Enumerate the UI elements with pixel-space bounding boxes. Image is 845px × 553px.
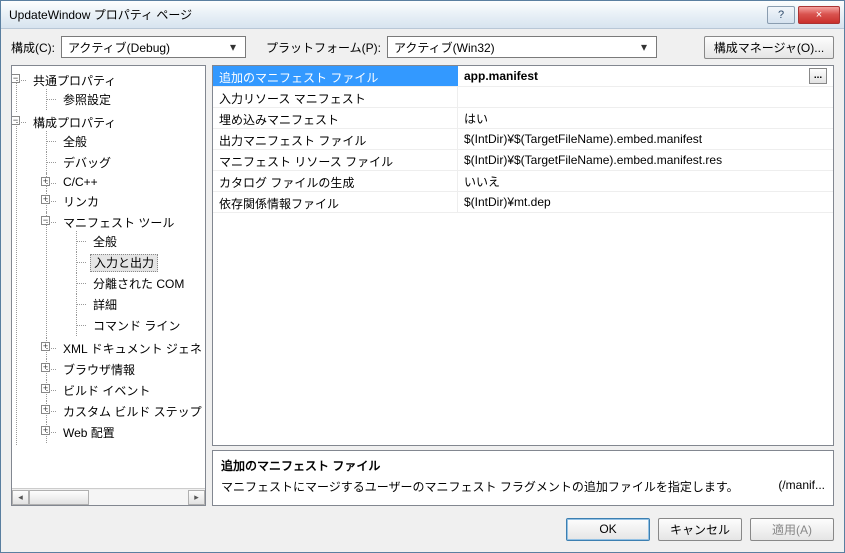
- dialog-footer: OK キャンセル 適用(A): [1, 512, 844, 552]
- tree-node-xml[interactable]: XML ドキュメント ジェネ: [60, 341, 205, 357]
- scroll-thumb[interactable]: [29, 490, 89, 505]
- chevron-down-icon: ▾: [225, 39, 241, 55]
- tree-node-cpp[interactable]: C/C++: [60, 174, 101, 190]
- property-value[interactable]: いいえ: [458, 171, 833, 191]
- scroll-left-icon[interactable]: ◂: [12, 490, 29, 505]
- config-combo-value: アクティブ(Debug): [68, 39, 225, 56]
- tree-node-manifest-cmd[interactable]: コマンド ライン: [90, 318, 183, 334]
- titlebar: UpdateWindow プロパティ ページ ? ×: [1, 1, 844, 29]
- property-name: マニフェスト リソース ファイル: [213, 150, 458, 170]
- description-pane: 追加のマニフェスト ファイル マニフェストにマージするユーザーのマニフェスト フ…: [212, 450, 834, 506]
- tree-node-manifest-general[interactable]: 全般: [90, 234, 120, 250]
- tree-node-references[interactable]: 参照設定: [60, 92, 114, 108]
- property-name: 入力リソース マニフェスト: [213, 87, 458, 107]
- expand-icon[interactable]: +: [41, 405, 50, 414]
- tree-node-manifest-com[interactable]: 分離された COM: [90, 276, 187, 292]
- config-manager-button[interactable]: 構成マネージャ(O)...: [704, 36, 834, 59]
- property-value[interactable]: [458, 87, 833, 107]
- tree-node-browse[interactable]: ブラウザ情報: [60, 362, 138, 378]
- tree-node-debug[interactable]: デバッグ: [60, 155, 114, 171]
- platform-combo[interactable]: アクティブ(Win32) ▾: [387, 36, 657, 58]
- window-title: UpdateWindow プロパティ ページ: [9, 6, 767, 23]
- tree-node-web[interactable]: Web 配置: [60, 425, 118, 441]
- help-button[interactable]: ?: [767, 6, 795, 24]
- description-title: 追加のマニフェスト ファイル: [221, 457, 825, 474]
- scroll-track[interactable]: [29, 490, 188, 505]
- property-pages-dialog: UpdateWindow プロパティ ページ ? × 構成(C): アクティブ(…: [0, 0, 845, 553]
- browse-button[interactable]: ...: [809, 68, 827, 84]
- ok-button[interactable]: OK: [566, 518, 650, 541]
- chevron-down-icon: ▾: [636, 39, 652, 55]
- tree-node-config[interactable]: 構成プロパティ: [30, 115, 119, 131]
- expand-icon[interactable]: +: [41, 342, 50, 351]
- property-value[interactable]: $(IntDir)¥$(TargetFileName).embed.manife…: [458, 129, 833, 149]
- tree-node-build[interactable]: ビルド イベント: [60, 383, 153, 399]
- tree-node-manifest-advanced[interactable]: 詳細: [90, 297, 120, 313]
- tree-node-common[interactable]: 共通プロパティ: [30, 73, 119, 89]
- config-combo[interactable]: アクティブ(Debug) ▾: [61, 36, 246, 58]
- property-value[interactable]: app.manifest...: [458, 66, 833, 86]
- property-value[interactable]: はい: [458, 108, 833, 128]
- property-row[interactable]: マニフェスト リソース ファイル$(IntDir)¥$(TargetFileNa…: [213, 150, 833, 171]
- collapse-icon[interactable]: −: [41, 216, 50, 225]
- cancel-button[interactable]: キャンセル: [658, 518, 742, 541]
- description-body: マニフェストにマージするユーザーのマニフェスト フラグメントの追加ファイルを指定…: [221, 478, 825, 495]
- collapse-icon[interactable]: −: [12, 116, 20, 125]
- scroll-right-icon[interactable]: ▸: [188, 490, 205, 505]
- property-name: 追加のマニフェスト ファイル: [213, 66, 458, 86]
- category-tree[interactable]: − 共通プロパティ 参照設定 − 構成プロパティ 全般 デバッグ + C/C++: [12, 66, 205, 488]
- tree-pane: − 共通プロパティ 参照設定 − 構成プロパティ 全般 デバッグ + C/C++: [11, 65, 206, 506]
- property-value[interactable]: $(IntDir)¥mt.dep: [458, 192, 833, 212]
- tree-node-manifest-io[interactable]: 入力と出力: [90, 254, 158, 272]
- property-row[interactable]: カタログ ファイルの生成いいえ: [213, 171, 833, 192]
- property-grid[interactable]: 追加のマニフェスト ファイルapp.manifest...入力リソース マニフェ…: [212, 65, 834, 446]
- close-icon: ×: [816, 9, 822, 21]
- config-toolbar: 構成(C): アクティブ(Debug) ▾ プラットフォーム(P): アクティブ…: [1, 29, 844, 65]
- description-flag: (/manif...: [778, 478, 825, 492]
- property-name: カタログ ファイルの生成: [213, 171, 458, 191]
- property-row[interactable]: 出力マニフェスト ファイル$(IntDir)¥$(TargetFileName)…: [213, 129, 833, 150]
- property-name: 埋め込みマニフェスト: [213, 108, 458, 128]
- platform-label: プラットフォーム(P):: [266, 39, 381, 56]
- property-name: 依存関係情報ファイル: [213, 192, 458, 212]
- expand-icon[interactable]: +: [41, 363, 50, 372]
- config-label: 構成(C):: [11, 39, 55, 56]
- property-row[interactable]: 埋め込みマニフェストはい: [213, 108, 833, 129]
- tree-node-custom[interactable]: カスタム ビルド ステップ: [60, 404, 205, 420]
- tree-node-general[interactable]: 全般: [60, 134, 90, 150]
- help-icon: ?: [778, 9, 784, 21]
- tree-node-manifest[interactable]: マニフェスト ツール: [60, 215, 177, 231]
- property-row[interactable]: 依存関係情報ファイル$(IntDir)¥mt.dep: [213, 192, 833, 213]
- expand-icon[interactable]: +: [41, 384, 50, 393]
- property-value[interactable]: $(IntDir)¥$(TargetFileName).embed.manife…: [458, 150, 833, 170]
- collapse-icon[interactable]: −: [12, 74, 20, 83]
- apply-button: 適用(A): [750, 518, 834, 541]
- property-name: 出力マニフェスト ファイル: [213, 129, 458, 149]
- property-row[interactable]: 入力リソース マニフェスト: [213, 87, 833, 108]
- expand-icon[interactable]: +: [41, 177, 50, 186]
- close-button[interactable]: ×: [798, 6, 840, 24]
- expand-icon[interactable]: +: [41, 195, 50, 204]
- expand-icon[interactable]: +: [41, 426, 50, 435]
- tree-node-linker[interactable]: リンカ: [60, 194, 102, 210]
- platform-combo-value: アクティブ(Win32): [394, 39, 636, 56]
- tree-scrollbar[interactable]: ◂ ▸: [12, 488, 205, 505]
- property-row[interactable]: 追加のマニフェスト ファイルapp.manifest...: [213, 66, 833, 87]
